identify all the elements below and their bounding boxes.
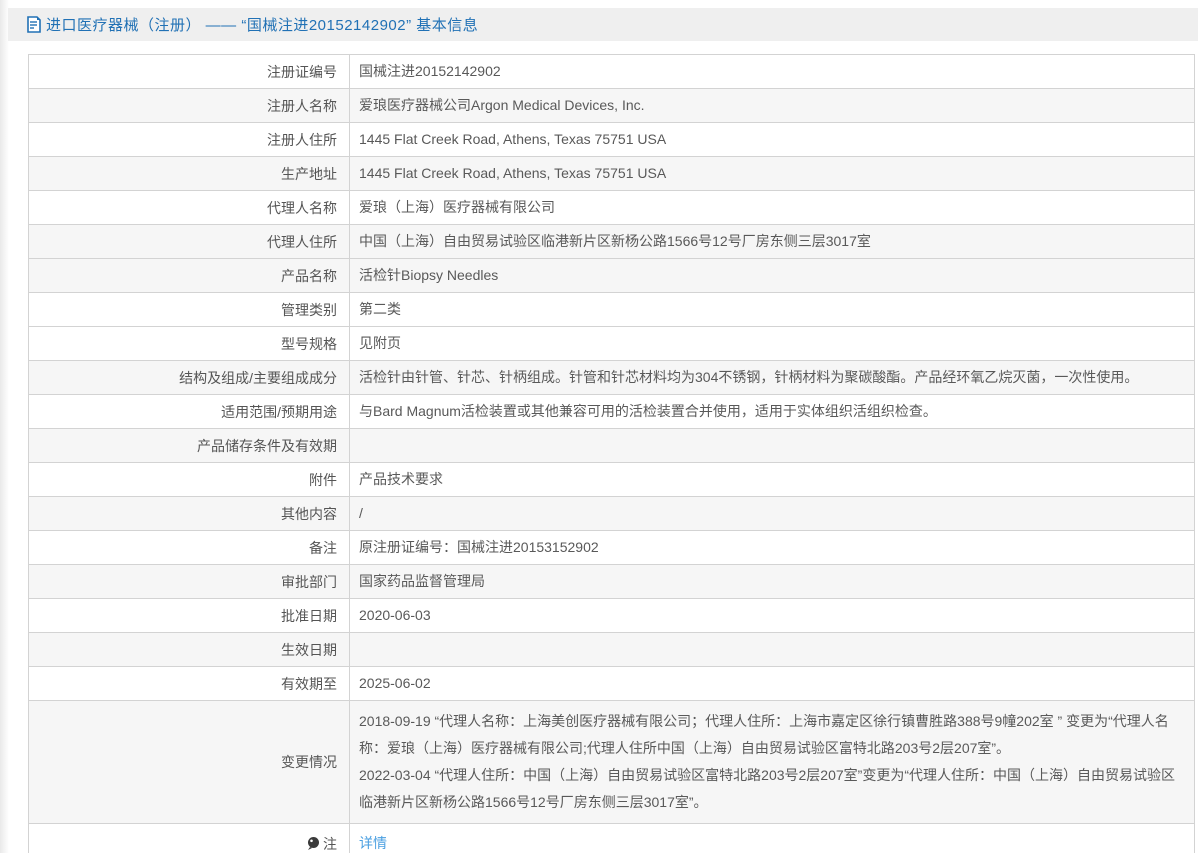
- table-row-storage-conditions: 产品储存条件及有效期: [29, 429, 1195, 463]
- row-value: /: [350, 497, 1195, 531]
- row-label: 适用范围/预期用途: [29, 395, 350, 429]
- row-value: 中国（上海）自由贸易试验区临港新片区新杨公路1566号12号厂房东侧三层3017…: [350, 225, 1195, 259]
- page-left-shadow: [0, 0, 9, 853]
- row-value: 爱琅（上海）医疗器械有限公司: [350, 191, 1195, 225]
- row-value: 活检针Biopsy Needles: [350, 259, 1195, 293]
- row-label: 生效日期: [29, 633, 350, 667]
- table-row-approval-department: 审批部门 国家药品监督管理局: [29, 565, 1195, 599]
- row-value: [350, 429, 1195, 463]
- table-row-product-name: 产品名称 活检针Biopsy Needles: [29, 259, 1195, 293]
- row-label: 型号规格: [29, 327, 350, 361]
- table-row-management-class: 管理类别 第二类: [29, 293, 1195, 327]
- row-value: 1445 Flat Creek Road, Athens, Texas 7575…: [350, 157, 1195, 191]
- row-label: 其他内容: [29, 497, 350, 531]
- table-row-effective-date: 生效日期: [29, 633, 1195, 667]
- table-row-intended-use: 适用范围/预期用途 与Bard Magnum活检装置或其他兼容可用的活检装置合并…: [29, 395, 1195, 429]
- row-label: 变更情况: [29, 701, 350, 824]
- document-icon: [26, 16, 41, 33]
- row-label: 批准日期: [29, 599, 350, 633]
- table-row-approval-date: 批准日期 2020-06-03: [29, 599, 1195, 633]
- note-label: 注: [323, 836, 337, 852]
- row-label: 有效期至: [29, 667, 350, 701]
- row-value: 2018-09-19 “代理人名称：上海美创医疗器械有限公司；代理人住所：上海市…: [350, 701, 1195, 824]
- row-label: 管理类别: [29, 293, 350, 327]
- row-value: 1445 Flat Creek Road, Athens, Texas 7575…: [350, 123, 1195, 157]
- table-row-remarks: 备注 原注册证编号：国械注进20153152902: [29, 531, 1195, 565]
- row-label: 注册证编号: [29, 55, 350, 89]
- row-label: 生产地址: [29, 157, 350, 191]
- row-value: 活检针由针管、针芯、针柄组成。针管和针芯材料均为304不锈钢，针柄材料为聚碳酸酯…: [350, 361, 1195, 395]
- row-value: 详情: [350, 824, 1195, 853]
- row-value: 原注册证编号：国械注进20153152902: [350, 531, 1195, 565]
- row-label: 代理人住所: [29, 225, 350, 259]
- row-value: 产品技术要求: [350, 463, 1195, 497]
- table-row-other-content: 其他内容 /: [29, 497, 1195, 531]
- row-value: 国家药品监督管理局: [350, 565, 1195, 599]
- registration-info-table: 注册证编号 国械注进20152142902 注册人名称 爱琅医疗器械公司Argo…: [28, 54, 1195, 853]
- details-link[interactable]: 详情: [359, 835, 387, 851]
- table-row-registrant-address: 注册人住所 1445 Flat Creek Road, Athens, Texa…: [29, 123, 1195, 157]
- row-label: 代理人名称: [29, 191, 350, 225]
- row-value: 国械注进20152142902: [350, 55, 1195, 89]
- row-value: 与Bard Magnum活检装置或其他兼容可用的活检装置合并使用，适用于实体组织…: [350, 395, 1195, 429]
- table-row-reg-number: 注册证编号 国械注进20152142902: [29, 55, 1195, 89]
- row-value: 爱琅医疗器械公司Argon Medical Devices, Inc.: [350, 89, 1195, 123]
- table-row-agent-address: 代理人住所 中国（上海）自由贸易试验区临港新片区新杨公路1566号12号厂房东侧…: [29, 225, 1195, 259]
- note-balloon-icon: [306, 836, 320, 853]
- table-row-change-history: 变更情况 2018-09-19 “代理人名称：上海美创医疗器械有限公司；代理人住…: [29, 701, 1195, 824]
- row-label: 备注: [29, 531, 350, 565]
- row-value: [350, 633, 1195, 667]
- row-label: 注: [29, 824, 350, 853]
- table-row-structure-composition: 结构及组成/主要组成成分 活检针由针管、针芯、针柄组成。针管和针芯材料均为304…: [29, 361, 1195, 395]
- table-row-model-spec: 型号规格 见附页: [29, 327, 1195, 361]
- row-value: 见附页: [350, 327, 1195, 361]
- row-value: 2025-06-02: [350, 667, 1195, 701]
- row-label: 附件: [29, 463, 350, 497]
- page-header: 进口医疗器械（注册） —— “国械注进20152142902” 基本信息: [8, 8, 1198, 41]
- table-row-note: 注 详情: [29, 824, 1195, 853]
- row-label: 注册人住所: [29, 123, 350, 157]
- page-title: 进口医疗器械（注册） —— “国械注进20152142902” 基本信息: [46, 14, 478, 35]
- table-row-registrant-name: 注册人名称 爱琅医疗器械公司Argon Medical Devices, Inc…: [29, 89, 1195, 123]
- row-label: 产品名称: [29, 259, 350, 293]
- row-label: 审批部门: [29, 565, 350, 599]
- row-value: 第二类: [350, 293, 1195, 327]
- table-row-agent-name: 代理人名称 爱琅（上海）医疗器械有限公司: [29, 191, 1195, 225]
- row-label: 注册人名称: [29, 89, 350, 123]
- table-row-attachments: 附件 产品技术要求: [29, 463, 1195, 497]
- table-row-valid-until: 有效期至 2025-06-02: [29, 667, 1195, 701]
- row-label: 产品储存条件及有效期: [29, 429, 350, 463]
- table-row-production-address: 生产地址 1445 Flat Creek Road, Athens, Texas…: [29, 157, 1195, 191]
- row-label: 结构及组成/主要组成成分: [29, 361, 350, 395]
- row-value: 2020-06-03: [350, 599, 1195, 633]
